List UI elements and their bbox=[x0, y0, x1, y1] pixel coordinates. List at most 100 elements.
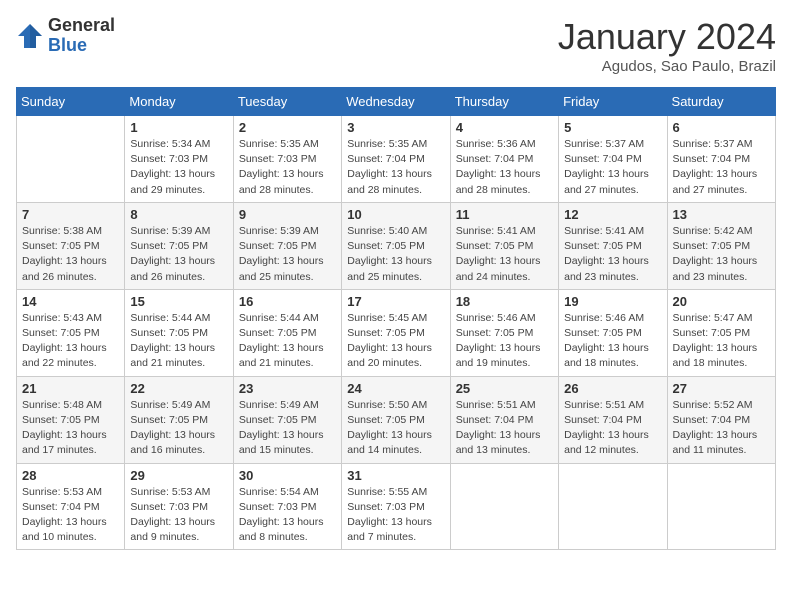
calendar-day-cell: 29 Sunrise: 5:53 AMSunset: 7:03 PMDayligh… bbox=[125, 463, 233, 550]
day-number: 8 bbox=[130, 207, 227, 222]
calendar-day-cell bbox=[667, 463, 775, 550]
calendar-day-cell: 9 Sunrise: 5:39 AMSunset: 7:05 PMDaylight… bbox=[233, 202, 341, 289]
day-number: 22 bbox=[130, 381, 227, 396]
day-info: Sunrise: 5:47 AMSunset: 7:05 PMDaylight:… bbox=[673, 311, 770, 372]
day-number: 6 bbox=[673, 120, 770, 135]
calendar-day-cell: 21Sunrise: 5:48 AMSunset: 7:05 PMDayligh… bbox=[17, 376, 125, 463]
month-title: January 2024 bbox=[558, 16, 776, 58]
day-info: Sunrise: 5:49 AMSunset: 7:05 PMDaylight:… bbox=[130, 398, 227, 459]
day-number: 23 bbox=[239, 381, 336, 396]
day-number: 31 bbox=[347, 468, 444, 483]
day-info: Sunrise: 5:35 AMSunset: 7:04 PMDaylight:… bbox=[347, 137, 444, 198]
calendar-day-cell: 23 Sunrise: 5:49 AMSunset: 7:05 PMDayligh… bbox=[233, 376, 341, 463]
calendar-day-cell: 26 Sunrise: 5:51 AMSunset: 7:04 PMDayligh… bbox=[559, 376, 667, 463]
weekday-header: Thursday bbox=[450, 88, 558, 116]
day-info: Sunrise: 5:41 AMSunset: 7:05 PMDaylight:… bbox=[564, 224, 661, 285]
day-number: 15 bbox=[130, 294, 227, 309]
day-info: Sunrise: 5:54 AMSunset: 7:03 PMDaylight:… bbox=[239, 485, 336, 546]
weekday-header: Saturday bbox=[667, 88, 775, 116]
day-info: Sunrise: 5:39 AMSunset: 7:05 PMDaylight:… bbox=[130, 224, 227, 285]
day-info: Sunrise: 5:38 AMSunset: 7:05 PMDaylight:… bbox=[22, 224, 119, 285]
day-number: 3 bbox=[347, 120, 444, 135]
day-info: Sunrise: 5:36 AMSunset: 7:04 PMDaylight:… bbox=[456, 137, 553, 198]
day-info: Sunrise: 5:46 AMSunset: 7:05 PMDaylight:… bbox=[456, 311, 553, 372]
logo-icon bbox=[16, 22, 44, 50]
day-number: 20 bbox=[673, 294, 770, 309]
day-info: Sunrise: 5:52 AMSunset: 7:04 PMDaylight:… bbox=[673, 398, 770, 459]
day-number: 26 bbox=[564, 381, 661, 396]
day-number: 1 bbox=[130, 120, 227, 135]
day-info: Sunrise: 5:45 AMSunset: 7:05 PMDaylight:… bbox=[347, 311, 444, 372]
location-subtitle: Agudos, Sao Paulo, Brazil bbox=[558, 58, 776, 75]
logo: General Blue bbox=[16, 16, 115, 56]
calendar-day-cell: 10 Sunrise: 5:40 AMSunset: 7:05 PMDayligh… bbox=[342, 202, 450, 289]
calendar-week-row: 28Sunrise: 5:53 AMSunset: 7:04 PMDayligh… bbox=[17, 463, 776, 550]
day-number: 14 bbox=[22, 294, 119, 309]
calendar-day-cell: 15 Sunrise: 5:44 AMSunset: 7:05 PMDayligh… bbox=[125, 289, 233, 376]
calendar-day-cell: 1 Sunrise: 5:34 AMSunset: 7:03 PMDaylight… bbox=[125, 116, 233, 203]
day-number: 17 bbox=[347, 294, 444, 309]
calendar-day-cell: 31 Sunrise: 5:55 AMSunset: 7:03 PMDayligh… bbox=[342, 463, 450, 550]
day-number: 27 bbox=[673, 381, 770, 396]
weekday-header: Tuesday bbox=[233, 88, 341, 116]
day-info: Sunrise: 5:55 AMSunset: 7:03 PMDaylight:… bbox=[347, 485, 444, 546]
day-number: 25 bbox=[456, 381, 553, 396]
day-number: 29 bbox=[130, 468, 227, 483]
calendar-day-cell: 2 Sunrise: 5:35 AMSunset: 7:03 PMDaylight… bbox=[233, 116, 341, 203]
day-info: Sunrise: 5:50 AMSunset: 7:05 PMDaylight:… bbox=[347, 398, 444, 459]
calendar-day-cell: 30 Sunrise: 5:54 AMSunset: 7:03 PMDayligh… bbox=[233, 463, 341, 550]
calendar-table: SundayMondayTuesdayWednesdayThursdayFrid… bbox=[16, 87, 776, 550]
day-info: Sunrise: 5:44 AMSunset: 7:05 PMDaylight:… bbox=[130, 311, 227, 372]
day-number: 12 bbox=[564, 207, 661, 222]
calendar-day-cell: 24 Sunrise: 5:50 AMSunset: 7:05 PMDayligh… bbox=[342, 376, 450, 463]
day-number: 5 bbox=[564, 120, 661, 135]
day-info: Sunrise: 5:41 AMSunset: 7:05 PMDaylight:… bbox=[456, 224, 553, 285]
calendar-day-cell: 16Sunrise: 5:44 AMSunset: 7:05 PMDayligh… bbox=[233, 289, 341, 376]
calendar-day-cell: 13Sunrise: 5:42 AMSunset: 7:05 PMDayligh… bbox=[667, 202, 775, 289]
calendar-day-cell: 14 Sunrise: 5:43 AMSunset: 7:05 PMDayligh… bbox=[17, 289, 125, 376]
day-info: Sunrise: 5:44 AMSunset: 7:05 PMDaylight:… bbox=[239, 311, 336, 372]
calendar-day-cell: 27 Sunrise: 5:52 AMSunset: 7:04 PMDayligh… bbox=[667, 376, 775, 463]
day-info: Sunrise: 5:43 AMSunset: 7:05 PMDaylight:… bbox=[22, 311, 119, 372]
day-info: Sunrise: 5:39 AMSunset: 7:05 PMDaylight:… bbox=[239, 224, 336, 285]
weekday-header-row: SundayMondayTuesdayWednesdayThursdayFrid… bbox=[17, 88, 776, 116]
day-number: 9 bbox=[239, 207, 336, 222]
calendar-day-cell: 8 Sunrise: 5:39 AMSunset: 7:05 PMDaylight… bbox=[125, 202, 233, 289]
calendar-week-row: 14 Sunrise: 5:43 AMSunset: 7:05 PMDayligh… bbox=[17, 289, 776, 376]
calendar-day-cell bbox=[450, 463, 558, 550]
day-info: Sunrise: 5:35 AMSunset: 7:03 PMDaylight:… bbox=[239, 137, 336, 198]
day-info: Sunrise: 5:49 AMSunset: 7:05 PMDaylight:… bbox=[239, 398, 336, 459]
day-info: Sunrise: 5:46 AMSunset: 7:05 PMDaylight:… bbox=[564, 311, 661, 372]
day-info: Sunrise: 5:42 AMSunset: 7:05 PMDaylight:… bbox=[673, 224, 770, 285]
day-info: Sunrise: 5:40 AMSunset: 7:05 PMDaylight:… bbox=[347, 224, 444, 285]
title-area: January 2024 Agudos, Sao Paulo, Brazil bbox=[558, 16, 776, 75]
day-number: 2 bbox=[239, 120, 336, 135]
day-info: Sunrise: 5:51 AMSunset: 7:04 PMDaylight:… bbox=[564, 398, 661, 459]
day-info: Sunrise: 5:37 AMSunset: 7:04 PMDaylight:… bbox=[673, 137, 770, 198]
day-info: Sunrise: 5:53 AMSunset: 7:04 PMDaylight:… bbox=[22, 485, 119, 546]
calendar-day-cell bbox=[559, 463, 667, 550]
day-number: 30 bbox=[239, 468, 336, 483]
day-number: 10 bbox=[347, 207, 444, 222]
calendar-day-cell: 18Sunrise: 5:46 AMSunset: 7:05 PMDayligh… bbox=[450, 289, 558, 376]
calendar-week-row: 1 Sunrise: 5:34 AMSunset: 7:03 PMDaylight… bbox=[17, 116, 776, 203]
calendar-day-cell: 28Sunrise: 5:53 AMSunset: 7:04 PMDayligh… bbox=[17, 463, 125, 550]
calendar-day-cell: 22 Sunrise: 5:49 AMSunset: 7:05 PMDayligh… bbox=[125, 376, 233, 463]
day-info: Sunrise: 5:53 AMSunset: 7:03 PMDaylight:… bbox=[130, 485, 227, 546]
calendar-day-cell: 5 Sunrise: 5:37 AMSunset: 7:04 PMDaylight… bbox=[559, 116, 667, 203]
calendar-day-cell: 12 Sunrise: 5:41 AMSunset: 7:05 PMDayligh… bbox=[559, 202, 667, 289]
calendar-day-cell: 20 Sunrise: 5:47 AMSunset: 7:05 PMDayligh… bbox=[667, 289, 775, 376]
day-number: 4 bbox=[456, 120, 553, 135]
weekday-header: Sunday bbox=[17, 88, 125, 116]
day-info: Sunrise: 5:37 AMSunset: 7:04 PMDaylight:… bbox=[564, 137, 661, 198]
day-info: Sunrise: 5:48 AMSunset: 7:05 PMDaylight:… bbox=[22, 398, 119, 459]
day-number: 24 bbox=[347, 381, 444, 396]
day-number: 19 bbox=[564, 294, 661, 309]
day-info: Sunrise: 5:51 AMSunset: 7:04 PMDaylight:… bbox=[456, 398, 553, 459]
weekday-header: Wednesday bbox=[342, 88, 450, 116]
day-info: Sunrise: 5:34 AMSunset: 7:03 PMDaylight:… bbox=[130, 137, 227, 198]
calendar-day-cell: 4 Sunrise: 5:36 AMSunset: 7:04 PMDaylight… bbox=[450, 116, 558, 203]
calendar-day-cell: 11Sunrise: 5:41 AMSunset: 7:05 PMDayligh… bbox=[450, 202, 558, 289]
logo-text: General Blue bbox=[48, 16, 115, 56]
calendar-day-cell: 6 Sunrise: 5:37 AMSunset: 7:04 PMDaylight… bbox=[667, 116, 775, 203]
